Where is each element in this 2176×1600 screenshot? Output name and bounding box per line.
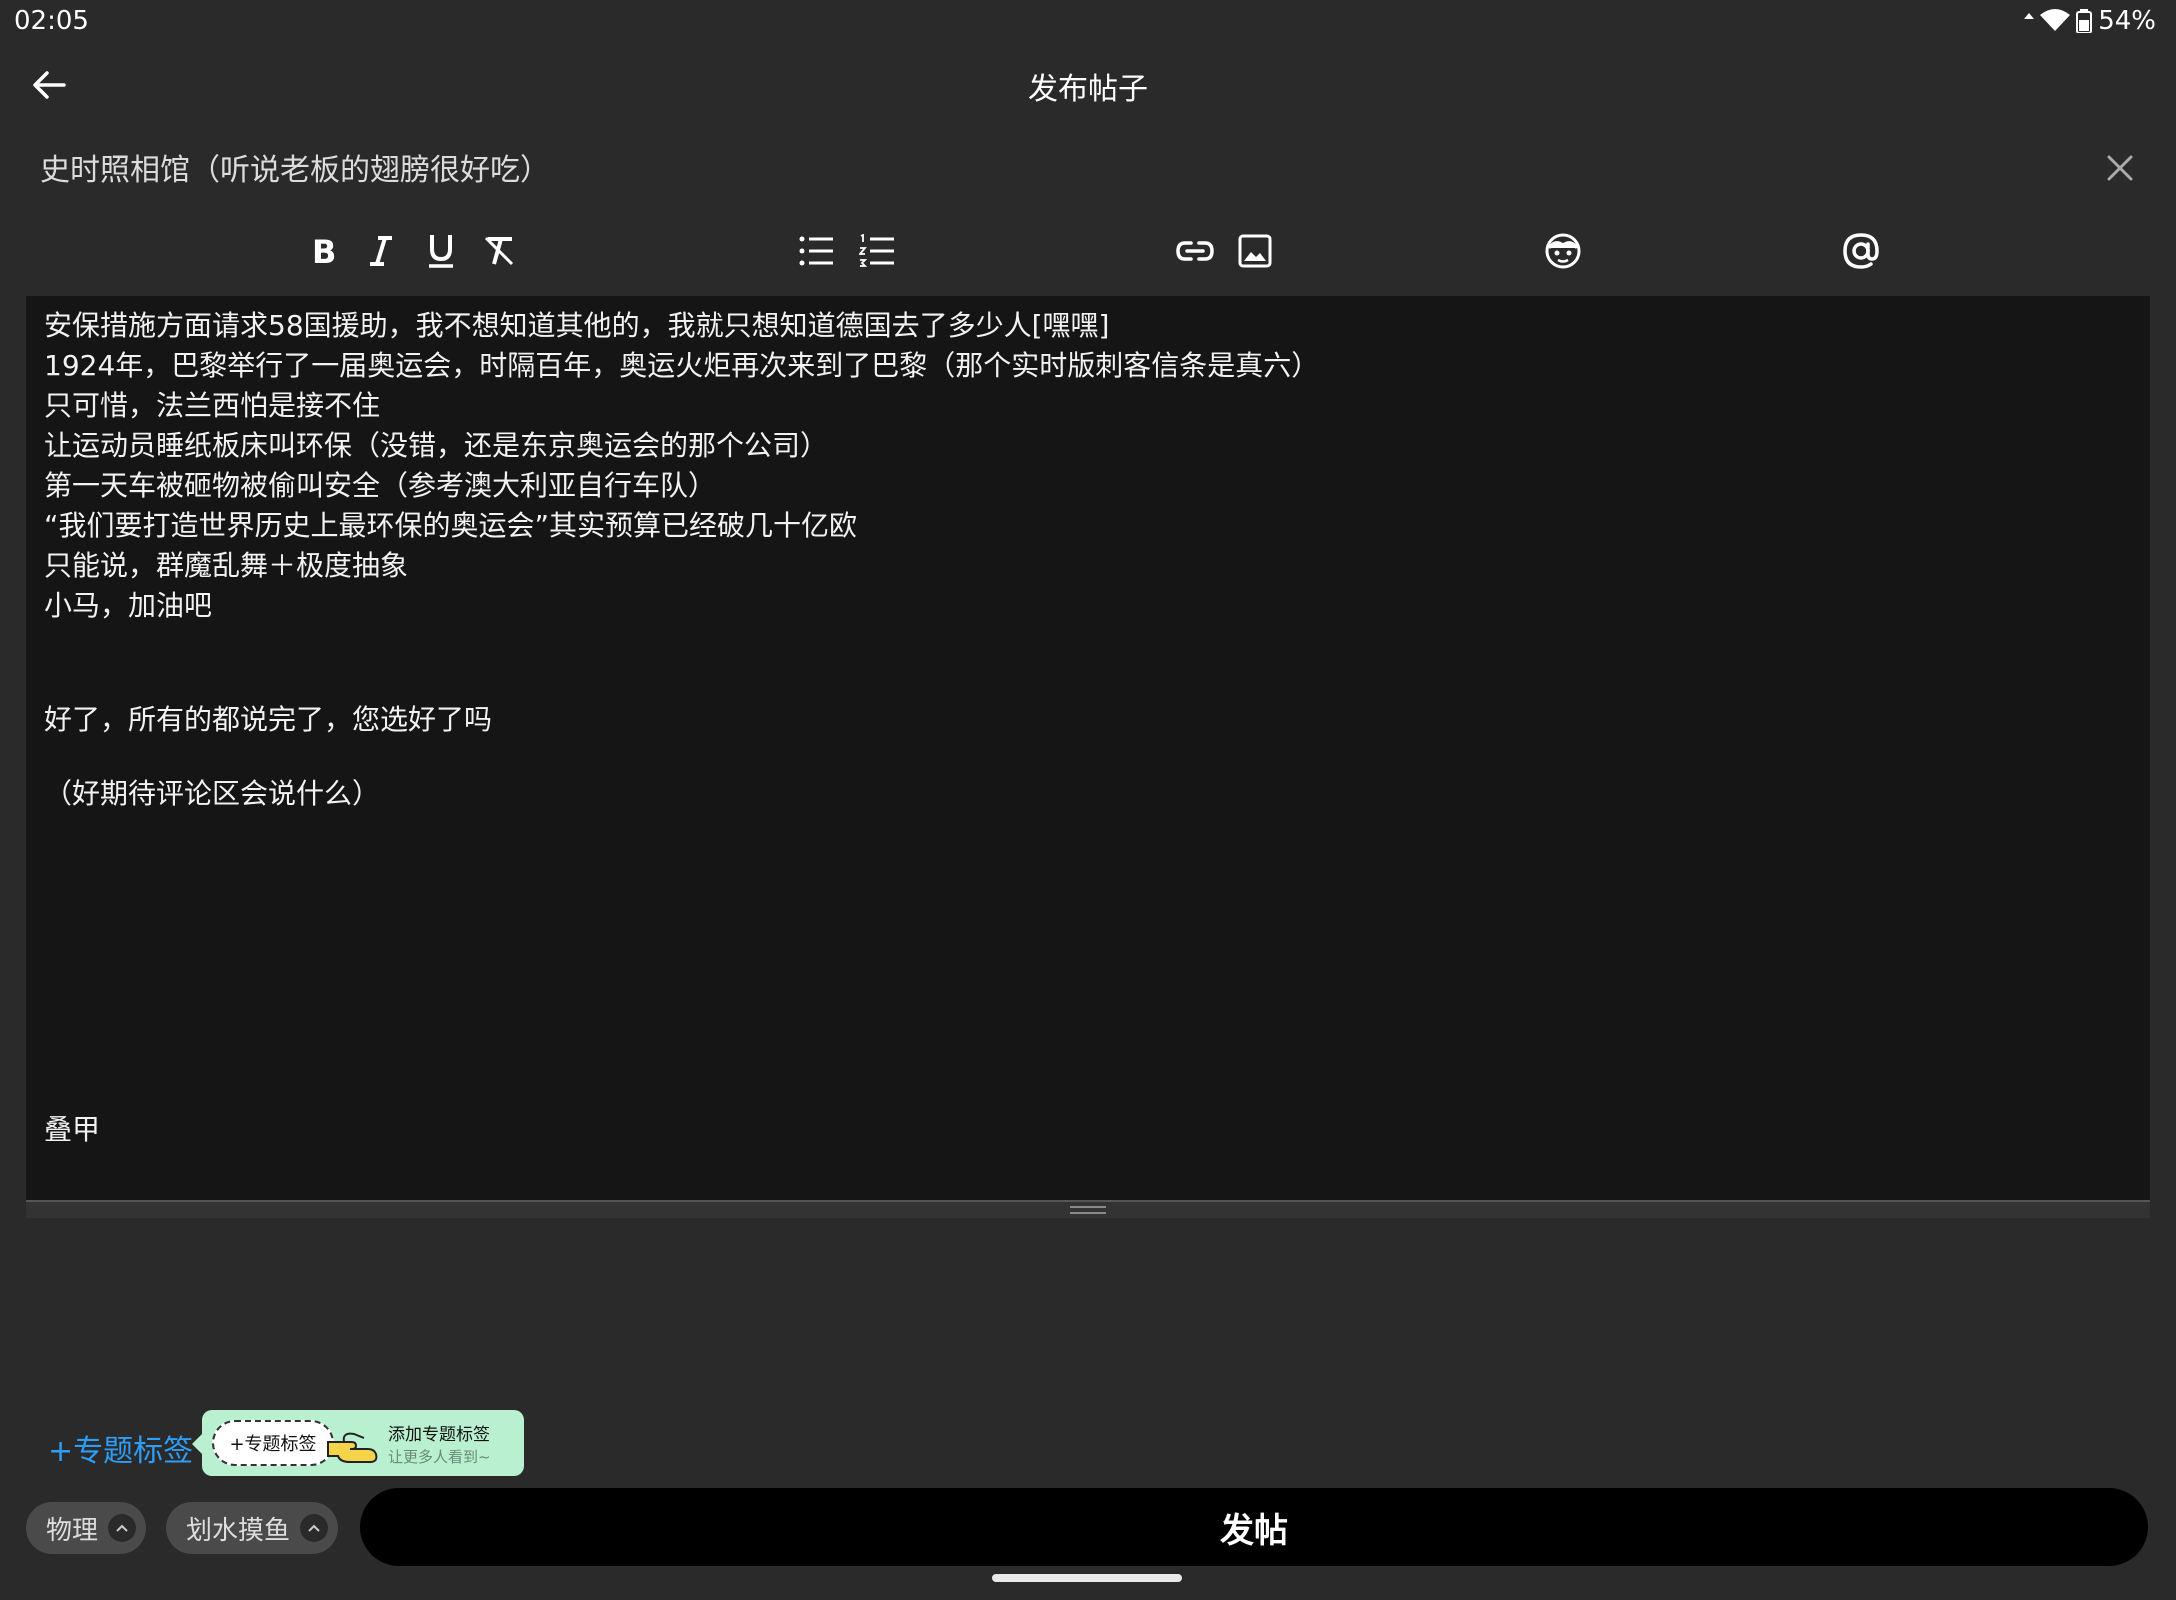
underline-button[interactable]	[416, 226, 466, 276]
editor-blank-line	[44, 626, 2134, 666]
title-row	[0, 130, 2176, 206]
topic-tooltip[interactable]: +专题标签 添加专题标签 让更多人看到~	[192, 1410, 524, 1476]
underline-icon	[429, 235, 453, 268]
battery-percent: 54%	[2098, 6, 2156, 36]
editor-line: 只能说，群魔乱舞＋极度抽象	[44, 549, 409, 582]
app-bar: 发布帖子	[0, 44, 2176, 124]
editor-line: 好了，所有的都说完了，您选好了吗	[44, 703, 493, 736]
close-icon	[2107, 155, 2133, 181]
tag-chip[interactable]: 划水摸鱼	[166, 1502, 339, 1554]
status-icons: 54%	[2024, 6, 2156, 36]
publish-button[interactable]: 发帖	[360, 1488, 2148, 1566]
tooltip-subtitle: 让更多人看到~	[388, 1448, 491, 1466]
bullet-list-icon	[799, 236, 833, 266]
format-toolbar: B	[0, 222, 2176, 280]
post-title-input[interactable]	[40, 144, 2040, 190]
data-arrows-icon	[2024, 13, 2035, 19]
editor-line: 只可惜，法兰西怕是接不住	[44, 389, 381, 422]
image-icon	[1238, 234, 1272, 268]
editor-line: 1924年，巴黎举行了一届奥运会，时隔百年，奥运火炬再次来到了巴黎（那个实时版刺…	[44, 349, 1320, 382]
battery-icon	[2076, 9, 2093, 33]
status-bar: 02:05 54%	[0, 0, 2176, 44]
gesture-nav-handle[interactable]	[992, 1574, 1182, 1582]
clear-format-icon	[484, 236, 514, 266]
editor-line: （好期待评论区会说什么）	[44, 777, 381, 810]
tag-chip-label: 物理	[46, 1515, 99, 1546]
bullet-list-button[interactable]	[792, 226, 842, 276]
editor-blank-line	[44, 740, 2134, 774]
italic-icon	[370, 236, 392, 266]
italic-button[interactable]	[356, 226, 406, 276]
image-button[interactable]	[1230, 226, 1280, 276]
link-icon	[1176, 241, 1214, 261]
editor-content: 安保措施方面请求58国援助，我不想知道其他的，我就只想知道德国去了多少人[嘿嘿]…	[44, 296, 2134, 1150]
numbered-list-button[interactable]	[852, 226, 902, 276]
editor-line: “我们要打造世界历史上最环保的奥运会”其实预算已经破几十亿欧	[44, 509, 858, 542]
editor-line: 让运动员睡纸板床叫环保（没错，还是东京奥运会的那个公司）	[44, 429, 829, 462]
tooltip-title: 添加专题标签	[388, 1425, 490, 1445]
emoji-icon	[1545, 233, 1581, 269]
editor-line: 安保措施方面请求58国援助，我不想知道其他的，我就只想知道德国去了多少人[嘿嘿]	[44, 309, 1110, 342]
bold-button[interactable]: B	[298, 226, 348, 276]
bottom-actions: 物理 划水摸鱼 发帖	[0, 1484, 2176, 1568]
mention-button[interactable]	[1836, 226, 1886, 276]
editor-signature: 叠甲	[44, 1113, 101, 1146]
editor-line: 小马，加油吧	[44, 589, 213, 622]
wifi-icon	[2040, 9, 2071, 31]
clear-format-button[interactable]	[474, 226, 524, 276]
status-time: 02:05	[14, 6, 89, 36]
add-topic-link[interactable]: +专题标签	[48, 1426, 193, 1470]
grip-icon	[1070, 1206, 1106, 1214]
chip-expand-icon[interactable]	[300, 1514, 329, 1542]
editor-line-partial	[44, 296, 2134, 306]
editor-blank-line	[44, 666, 2134, 700]
tooltip-arrow	[192, 1434, 202, 1454]
page-title: 发布帖子	[1028, 72, 1148, 107]
editor-line: 第一天车被砸物被偷叫安全（参考澳大利亚自行车队）	[44, 469, 717, 502]
editor-blank-space	[44, 814, 2134, 1110]
tag-chip[interactable]: 物理	[26, 1502, 147, 1554]
svg-text:B: B	[312, 234, 336, 268]
numbered-list-icon	[859, 234, 894, 267]
bold-icon: B	[312, 234, 336, 268]
post-body-editor[interactable]: 安保措施方面请求58国援助，我不想知道其他的，我就只想知道德国去了多少人[嘿嘿]…	[26, 296, 2150, 1202]
link-button[interactable]	[1170, 226, 1220, 276]
editor-resize-handle[interactable]	[26, 1200, 2150, 1218]
mention-icon	[1843, 233, 1879, 269]
topic-row: +专题标签 +专题标签 添加专题标签 让更多人看到~	[0, 1406, 2176, 1478]
emoji-button[interactable]	[1538, 226, 1588, 276]
pointing-hand-icon	[327, 1432, 378, 1463]
clear-title-button[interactable]	[2092, 140, 2148, 196]
tag-chip-label: 划水摸鱼	[186, 1515, 291, 1546]
chip-expand-icon[interactable]	[108, 1514, 137, 1542]
tooltip-topic-pill: +专题标签	[212, 1420, 334, 1466]
